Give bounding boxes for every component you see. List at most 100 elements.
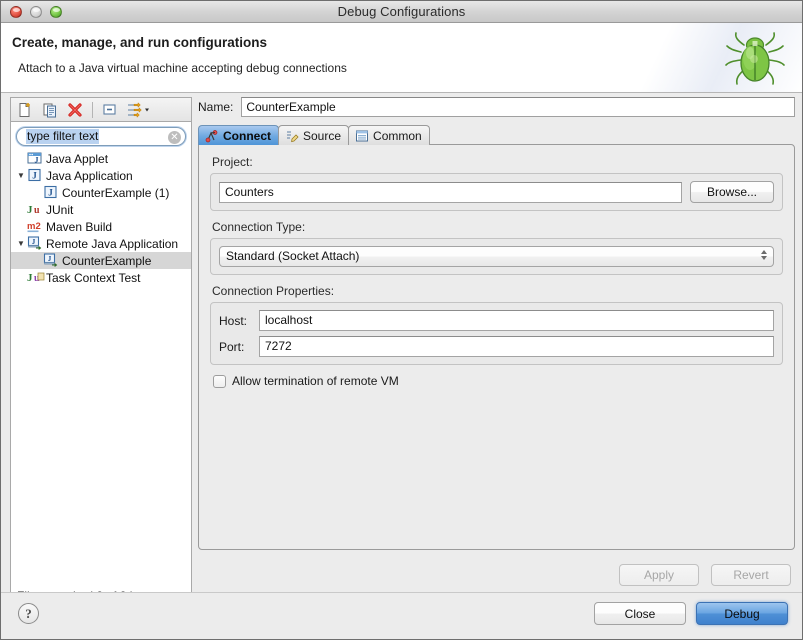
java-application-icon: J <box>27 168 43 183</box>
filter-row: type filter text ✕ <box>11 122 191 150</box>
chevron-updown-icon <box>761 250 767 260</box>
tree-item-label: Maven Build <box>46 219 113 234</box>
connection-type-value: Standard (Socket Attach) <box>226 249 360 263</box>
tab-connect[interactable]: Connect <box>198 125 279 145</box>
tree-item[interactable]: Ju Task Context Test <box>11 269 191 286</box>
common-icon <box>355 129 369 143</box>
tree-item-label: CounterExample (1) <box>62 185 170 200</box>
connect-icon <box>205 129 219 143</box>
task-context-test-icon: Ju <box>27 270 45 285</box>
close-icon[interactable]: ✕ <box>168 131 181 144</box>
apply-revert-row: Apply Revert <box>198 564 795 586</box>
port-row: Port: 7272 <box>219 336 774 357</box>
new-configuration-icon[interactable] <box>15 100 35 120</box>
tree-item-label: JUnit <box>46 202 74 217</box>
tab-strip: Connect Source Common <box>198 124 795 145</box>
dialog-footer: ? Close Debug <box>1 592 802 639</box>
configuration-editor-pane: Name: CounterExample Connect Source Comm… <box>198 97 795 639</box>
project-field[interactable]: Counters <box>219 181 682 203</box>
tree-item[interactable]: J Java Applet <box>11 150 191 167</box>
page-subtitle: Attach to a Java virtual machine accepti… <box>18 61 347 75</box>
project-label: Project: <box>212 155 253 169</box>
minimize-button[interactable] <box>30 5 42 18</box>
svg-text:J: J <box>48 188 53 198</box>
help-icon[interactable]: ? <box>18 603 39 624</box>
tab-common-label: Common <box>373 128 422 143</box>
close-button[interactable] <box>10 5 22 18</box>
zoom-button[interactable] <box>50 5 62 18</box>
tree-item[interactable]: Ju JUnit <box>11 201 191 218</box>
host-row: Host: localhost <box>219 310 774 331</box>
tab-source[interactable]: Source <box>278 125 350 145</box>
footer-buttons: Close Debug <box>594 602 788 625</box>
svg-text:J: J <box>32 171 37 181</box>
tree-item-label: Java Applet <box>46 151 109 166</box>
tree-rows: J Java Applet ▼ J Java Application J CounterEx… <box>11 150 191 286</box>
project-row: Counters Browse... <box>219 181 774 203</box>
tree-item[interactable]: ▼ J Remote Java Application <box>11 235 191 252</box>
tree-item[interactable]: ▼ J Java Application <box>11 167 191 184</box>
configurations-toolbar <box>10 97 192 121</box>
source-icon <box>285 129 299 143</box>
port-label: Port: <box>219 339 245 354</box>
allow-termination-row[interactable]: Allow termination of remote VM <box>213 374 783 388</box>
configurations-pane: type filter text ✕ J Java Applet ▼ J Java Ap… <box>10 97 192 639</box>
svg-text:J: J <box>35 155 39 164</box>
svg-text:J: J <box>27 272 33 284</box>
host-label: Host: <box>219 313 248 328</box>
dialog-header: Create, manage, and run configurations A… <box>1 23 802 93</box>
svg-text:m2: m2 <box>27 221 41 232</box>
window-title: Debug Configurations <box>337 4 466 19</box>
junit-icon: Ju <box>27 202 43 217</box>
browse-button[interactable]: Browse... <box>690 181 774 203</box>
connection-properties-label: Connection Properties: <box>212 284 335 298</box>
window-controls <box>10 5 62 18</box>
chevron-down-icon[interactable]: ▼ <box>15 239 27 248</box>
allow-termination-label: Allow termination of remote VM <box>232 374 399 388</box>
collapse-all-icon[interactable] <box>100 100 120 120</box>
tree-item[interactable]: m2 Maven Build <box>11 218 191 235</box>
debug-configurations-window: Debug Configurations Create, manage, and… <box>0 0 803 640</box>
remote-java-icon: J <box>27 236 43 251</box>
host-field[interactable]: localhost <box>259 310 774 331</box>
page-title: Create, manage, and run configurations <box>12 35 268 50</box>
name-field[interactable]: CounterExample <box>241 97 795 117</box>
connection-type-select[interactable]: Standard (Socket Attach) <box>219 246 774 267</box>
tree-item[interactable]: J CounterExample <box>11 252 191 269</box>
revert-button[interactable]: Revert <box>711 564 791 586</box>
java-applet-icon: J <box>27 151 43 166</box>
tree-item-label: Java Application <box>46 168 133 183</box>
delete-configuration-icon[interactable] <box>65 100 85 120</box>
connection-type-label: Connection Type: <box>212 220 306 234</box>
debug-button[interactable]: Debug <box>696 602 788 625</box>
svg-text:u: u <box>34 205 40 216</box>
allow-termination-checkbox[interactable] <box>213 374 226 388</box>
filter-text-value: type filter text <box>26 129 100 144</box>
connection-properties-group: Host: localhost Port: 7272 <box>210 302 783 365</box>
tree-item-label: CounterExample <box>62 253 152 268</box>
svg-text:J: J <box>27 204 33 216</box>
search-input[interactable]: type filter text ✕ <box>16 127 186 146</box>
svg-text:J: J <box>32 238 36 246</box>
tree-item-label: Task Context Test <box>46 270 141 285</box>
green-bug-icon <box>725 32 785 85</box>
tab-source-label: Source <box>303 128 342 143</box>
name-row: Name: CounterExample <box>198 97 795 117</box>
duplicate-configuration-icon[interactable] <box>40 100 60 120</box>
filter-launch-configurations-icon[interactable] <box>125 100 153 120</box>
java-application-icon: J <box>43 185 59 200</box>
remote-java-icon: J <box>43 253 59 268</box>
toolbar-separator <box>92 101 93 118</box>
chevron-down-icon[interactable]: ▼ <box>15 171 27 180</box>
connect-tab-panel: Project: Counters Browse... Connection T… <box>198 144 795 550</box>
close-button-footer[interactable]: Close <box>594 602 686 625</box>
tree-item-label: Remote Java Application <box>46 236 179 251</box>
tree-item[interactable]: J CounterExample (1) <box>11 184 191 201</box>
connection-type-group: Standard (Socket Attach) <box>210 238 783 275</box>
tab-common[interactable]: Common <box>348 125 430 145</box>
port-field[interactable]: 7272 <box>259 336 774 357</box>
window-titlebar: Debug Configurations <box>1 1 802 23</box>
configurations-tree[interactable]: type filter text ✕ J Java Applet ▼ J Java Ap… <box>10 121 192 608</box>
apply-button[interactable]: Apply <box>619 564 699 586</box>
svg-text:J: J <box>48 255 52 263</box>
